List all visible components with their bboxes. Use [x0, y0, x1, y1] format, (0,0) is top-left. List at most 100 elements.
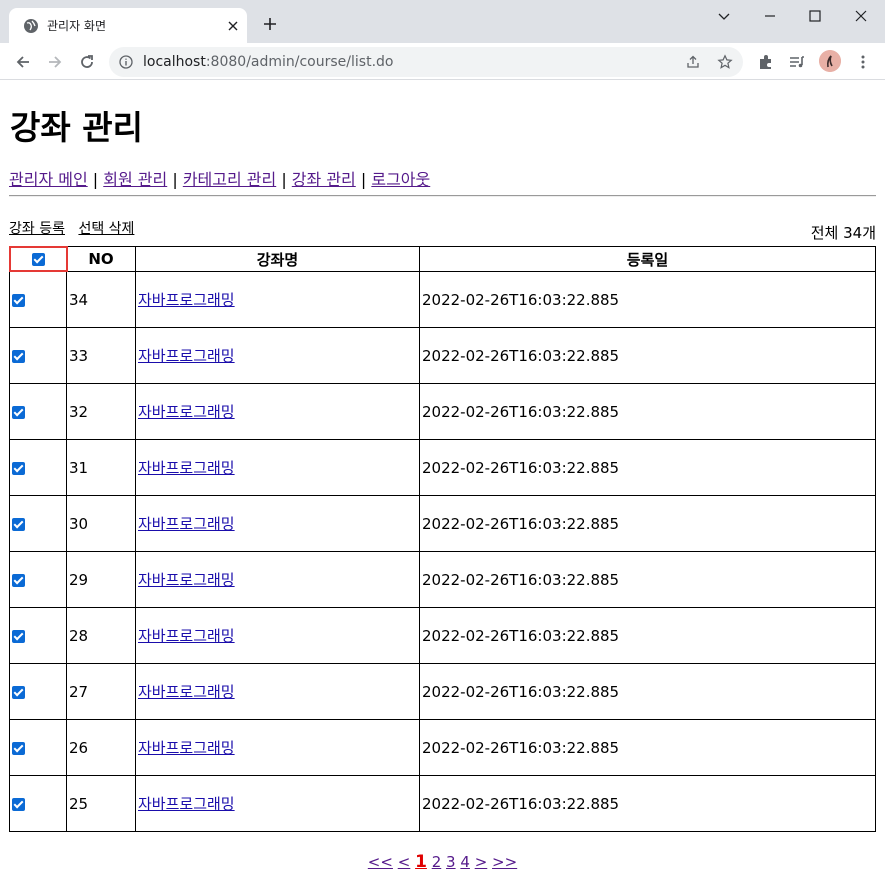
- pagination: << < 1 2 3 4 > >>: [0, 852, 885, 872]
- course-link[interactable]: 자바프로그래밍: [138, 627, 235, 645]
- media-queue-icon[interactable]: [788, 53, 806, 71]
- row-checkbox-cell: [9, 383, 67, 440]
- menu-kebab-icon[interactable]: [854, 53, 872, 71]
- new-tab-icon[interactable]: [262, 16, 278, 32]
- row-date: 2022-02-26T16:03:22.885: [419, 271, 876, 328]
- row-no: 34: [66, 271, 136, 328]
- row-no: 29: [66, 551, 136, 608]
- bookmark-star-icon[interactable]: [717, 54, 733, 70]
- browser-chrome: 관리자 화면 localhost:8080/admin/course/list.…: [0, 0, 885, 80]
- url-text[interactable]: localhost:8080/admin/course/list.do: [143, 54, 393, 70]
- site-info-icon[interactable]: [119, 55, 133, 69]
- table-row: 34 자바프로그래밍 2022-02-26T16:03:22.885: [9, 271, 876, 328]
- page-link[interactable]: 2: [432, 853, 442, 871]
- row-date: 2022-02-26T16:03:22.885: [419, 383, 876, 440]
- page-link[interactable]: 4: [460, 853, 470, 871]
- address-bar[interactable]: localhost:8080/admin/course/list.do: [109, 47, 743, 77]
- row-checkbox-cell: [9, 271, 67, 328]
- page-first-link[interactable]: <<: [368, 853, 393, 871]
- table-row: 30 자바프로그래밍 2022-02-26T16:03:22.885: [9, 495, 876, 552]
- row-checkbox[interactable]: [12, 461, 25, 475]
- admin-nav: 관리자 메인 | 회원 관리 | 카테고리 관리 | 강좌 관리 | 로그아웃: [9, 166, 430, 190]
- page-content: 강좌 관리 관리자 메인 | 회원 관리 | 카테고리 관리 | 강좌 관리 |…: [0, 80, 885, 884]
- row-date: 2022-02-26T16:03:22.885: [419, 327, 876, 384]
- globe-icon: [24, 19, 38, 33]
- nav-logout[interactable]: 로그아웃: [371, 170, 430, 189]
- maximize-icon[interactable]: [807, 8, 823, 24]
- row-checkbox[interactable]: [12, 293, 25, 307]
- course-link[interactable]: 자바프로그래밍: [138, 795, 235, 813]
- row-no: 32: [66, 383, 136, 440]
- row-date: 2022-02-26T16:03:22.885: [419, 551, 876, 608]
- browser-tab[interactable]: 관리자 화면: [9, 8, 247, 43]
- table-row: 33 자바프로그래밍 2022-02-26T16:03:22.885: [9, 327, 876, 384]
- nav-course-manage[interactable]: 강좌 관리: [292, 170, 356, 189]
- header-no: NO: [66, 246, 136, 272]
- tab-title: 관리자 화면: [47, 19, 107, 33]
- row-date: 2022-02-26T16:03:22.885: [419, 439, 876, 496]
- highlight-box: [9, 246, 68, 272]
- profile-avatar-icon: [819, 50, 841, 72]
- nav-admin-main[interactable]: 관리자 메인: [9, 170, 88, 189]
- close-tab-icon[interactable]: [225, 18, 241, 34]
- row-no: 27: [66, 663, 136, 720]
- row-checkbox[interactable]: [12, 573, 25, 587]
- forward-icon[interactable]: [46, 53, 64, 71]
- table-row: 32 자바프로그래밍 2022-02-26T16:03:22.885: [9, 383, 876, 440]
- row-checkbox-cell: [9, 775, 67, 832]
- row-date: 2022-02-26T16:03:22.885: [419, 495, 876, 552]
- row-date: 2022-02-26T16:03:22.885: [419, 719, 876, 776]
- nav-category-manage[interactable]: 카테고리 관리: [183, 170, 276, 189]
- row-checkbox[interactable]: [12, 629, 25, 643]
- row-checkbox[interactable]: [12, 517, 25, 531]
- table-row: 25 자바프로그래밍 2022-02-26T16:03:22.885: [9, 775, 876, 832]
- row-checkbox[interactable]: [12, 797, 25, 811]
- page-next-link[interactable]: >: [475, 853, 488, 871]
- nav-separator: |: [172, 170, 178, 189]
- row-checkbox[interactable]: [12, 741, 25, 755]
- page-link[interactable]: 3: [446, 853, 456, 871]
- tab-strip: 관리자 화면: [0, 0, 885, 43]
- row-checkbox[interactable]: [12, 685, 25, 699]
- delete-selected-link[interactable]: 선택 삭제: [78, 221, 134, 237]
- back-icon[interactable]: [14, 53, 32, 71]
- course-link[interactable]: 자바프로그래밍: [138, 291, 235, 309]
- page-last-link[interactable]: >>: [492, 853, 517, 871]
- nav-member-manage[interactable]: 회원 관리: [103, 170, 167, 189]
- row-no: 30: [66, 495, 136, 552]
- course-link[interactable]: 자바프로그래밍: [138, 571, 235, 589]
- page-link-current[interactable]: 1: [415, 852, 427, 872]
- course-table: NO 강좌명 등록일 34 자바프로그래밍 2022-02-26T16:03:2…: [9, 246, 876, 832]
- course-link[interactable]: 자바프로그래밍: [138, 347, 235, 365]
- share-icon[interactable]: [685, 54, 701, 70]
- profile-avatar[interactable]: [819, 50, 841, 72]
- select-all-cell: [9, 246, 68, 272]
- course-link[interactable]: 자바프로그래밍: [138, 459, 235, 477]
- row-checkbox[interactable]: [12, 349, 25, 363]
- nav-separator: |: [281, 170, 287, 189]
- row-date: 2022-02-26T16:03:22.885: [419, 607, 876, 664]
- row-name-cell: 자바프로그래밍: [135, 719, 420, 776]
- row-name-cell: 자바프로그래밍: [135, 607, 420, 664]
- course-link[interactable]: 자바프로그래밍: [138, 403, 235, 421]
- row-name-cell: 자바프로그래밍: [135, 439, 420, 496]
- reload-icon[interactable]: [78, 53, 96, 71]
- tab-search-chevron-icon[interactable]: [716, 8, 732, 24]
- row-checkbox-cell: [9, 439, 67, 496]
- row-no: 25: [66, 775, 136, 832]
- minimize-icon[interactable]: [762, 8, 778, 24]
- row-no: 33: [66, 327, 136, 384]
- window-close-icon[interactable]: [853, 8, 869, 24]
- register-course-link[interactable]: 강좌 등록: [9, 221, 65, 237]
- row-name-cell: 자바프로그래밍: [135, 271, 420, 328]
- page-prev-link[interactable]: <: [398, 853, 411, 871]
- table-row: 26 자바프로그래밍 2022-02-26T16:03:22.885: [9, 719, 876, 776]
- course-link[interactable]: 자바프로그래밍: [138, 515, 235, 533]
- course-link[interactable]: 자바프로그래밍: [138, 683, 235, 701]
- url-host: localhost: [143, 54, 206, 70]
- table-header-row: NO 강좌명 등록일: [9, 246, 876, 272]
- row-checkbox[interactable]: [12, 405, 25, 419]
- course-link[interactable]: 자바프로그래밍: [138, 739, 235, 757]
- page-title: 강좌 관리: [10, 108, 143, 147]
- extensions-puzzle-icon[interactable]: [757, 53, 775, 71]
